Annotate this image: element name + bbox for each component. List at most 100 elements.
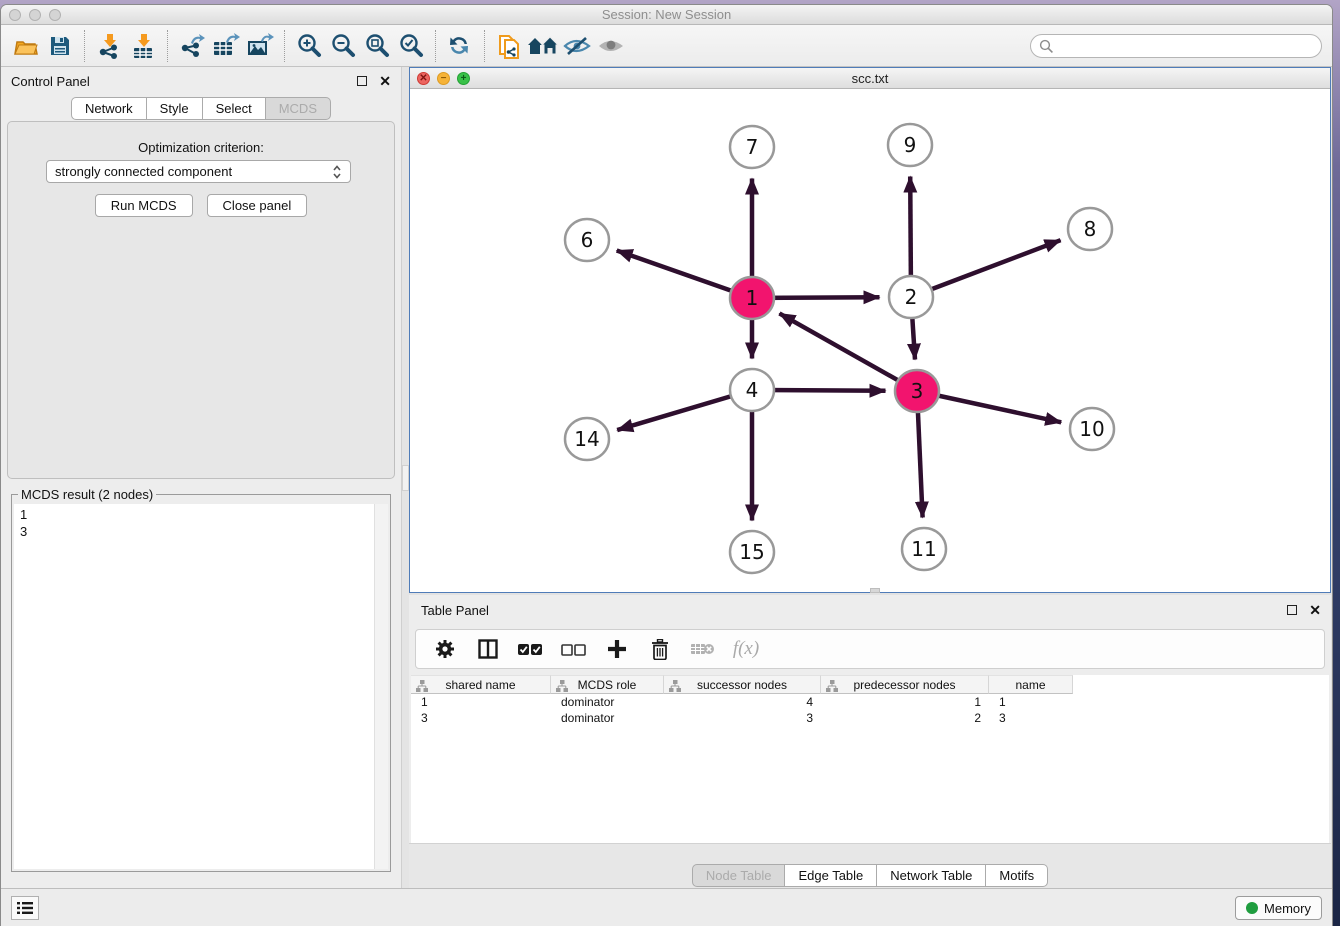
node-10[interactable]: 10 [1070,408,1114,450]
cell-successor-nodes[interactable]: 3 [664,710,821,726]
tab-network-table[interactable]: Network Table [877,864,986,887]
tab-select[interactable]: Select [203,97,266,120]
column-header-name[interactable]: name [989,675,1073,694]
network-canvas-svg[interactable]: 1 2 3 4 6 7 8 9 10 11 14 15 [410,89,1332,592]
node-15[interactable]: 15 [730,531,774,573]
search-box[interactable] [1030,34,1322,58]
task-history-button[interactable] [11,896,39,920]
save-session-button[interactable] [43,29,77,63]
float-table-panel-icon[interactable] [1287,605,1297,615]
export-network-button[interactable] [175,29,209,63]
minimize-window-button[interactable] [29,9,41,21]
divider-grip-icon[interactable] [402,465,409,491]
zoom-out-button[interactable] [326,29,360,63]
network-close-button[interactable]: ✕ [417,72,430,85]
zoom-fit-button[interactable] [360,29,394,63]
node-9[interactable]: 9 [888,124,932,166]
close-table-panel-icon[interactable]: ✕ [1309,605,1321,615]
node-8[interactable]: 8 [1068,208,1112,250]
cell-mcds-role[interactable]: dominator [551,694,664,710]
column-header-mcds-role[interactable]: MCDS role [551,675,664,694]
export-table-button[interactable] [209,29,243,63]
cell-name[interactable]: 3 [989,710,1073,726]
node-3[interactable]: 3 [895,370,939,412]
table-row[interactable]: 3dominator323 [411,710,1329,726]
node-7[interactable]: 7 [730,126,774,168]
mcds-result-list[interactable]: 1 3 [20,506,370,869]
close-window-button[interactable] [9,9,21,21]
select-all-checkboxes-button[interactable] [518,636,544,662]
network-minimize-button[interactable]: − [437,72,450,85]
column-settings-button[interactable] [432,636,458,662]
zoom-fit-icon [364,33,390,59]
zoom-in-button[interactable] [292,29,326,63]
cell-successor-nodes[interactable]: 4 [664,694,821,710]
show-network-button[interactable] [594,29,628,63]
float-panel-icon[interactable] [357,76,367,86]
column-header-shared-name[interactable]: shared name [411,675,551,694]
delete-table-button[interactable] [690,636,716,662]
cell-name[interactable]: 1 [989,694,1073,710]
table-row[interactable]: 1dominator411 [411,694,1329,710]
refresh-button[interactable] [443,29,477,63]
cell-predecessor-nodes[interactable]: 1 [821,694,989,710]
node-label: 1 [746,286,759,310]
list-icon [17,901,33,915]
panel-layout-button[interactable] [475,636,501,662]
network-window-titlebar[interactable]: ✕ − + scc.txt [410,68,1330,89]
open-session-button[interactable] [9,29,43,63]
node-4[interactable]: 4 [730,369,774,411]
home-button[interactable] [526,29,560,63]
node-1[interactable]: 1 [730,277,774,319]
window-controls [9,9,61,21]
edge-2-8[interactable] [911,240,1061,297]
node-2[interactable]: 2 [889,276,933,318]
zoom-selected-button[interactable] [394,29,428,63]
run-mcds-button[interactable]: Run MCDS [95,194,193,217]
memory-button[interactable]: Memory [1235,896,1322,920]
search-input[interactable] [1054,36,1321,56]
gear-icon [434,638,456,660]
cell-shared-name[interactable]: 3 [411,710,551,726]
tab-network[interactable]: Network [71,97,147,120]
open-folder-icon [13,35,39,57]
tab-edge-table[interactable]: Edge Table [785,864,877,887]
result-scrollbar[interactable] [374,504,388,869]
add-column-button[interactable] [604,636,630,662]
column-header-successor-nodes[interactable]: successor nodes [664,675,821,694]
cell-mcds-role[interactable]: dominator [551,710,664,726]
zoom-window-button[interactable] [49,9,61,21]
table-body: 1dominator4113dominator323 [411,694,1329,726]
node-label: 11 [911,537,936,561]
network-canvas[interactable]: 1 2 3 4 6 7 8 9 10 11 14 15 [410,89,1330,592]
import-network-button[interactable] [92,29,126,63]
node-14[interactable]: 14 [565,418,609,460]
column-header-predecessor-nodes[interactable]: predecessor nodes [821,675,989,694]
tab-style[interactable]: Style [147,97,203,120]
panel-divider[interactable] [401,67,409,888]
node-6[interactable]: 6 [565,219,609,261]
function-builder-button[interactable]: f(x) [733,636,759,662]
column-type-icon [556,680,568,692]
split-panel-icon [478,639,498,659]
tab-motifs[interactable]: Motifs [986,864,1048,887]
toolbar-separator [284,30,285,62]
cell-predecessor-nodes[interactable]: 2 [821,710,989,726]
network-maximize-button[interactable]: + [457,72,470,85]
clone-network-button[interactable] [492,29,526,63]
export-image-button[interactable] [243,29,277,63]
edge-3-1[interactable] [779,313,917,391]
delete-column-button[interactable] [647,636,673,662]
close-panel-button[interactable]: Close panel [207,194,308,217]
import-table-button[interactable] [126,29,160,63]
node-11[interactable]: 11 [902,528,946,570]
network-window-resize-grip[interactable] [870,588,880,593]
eye-icon [597,36,625,56]
tab-mcds[interactable]: MCDS [266,97,331,120]
hide-network-button[interactable] [560,29,594,63]
tab-node-table[interactable]: Node Table [692,864,786,887]
deselect-all-checkboxes-button[interactable] [561,636,587,662]
cell-shared-name[interactable]: 1 [411,694,551,710]
criterion-dropdown[interactable]: strongly connected component [46,160,351,183]
close-panel-icon[interactable]: ✕ [379,76,391,86]
